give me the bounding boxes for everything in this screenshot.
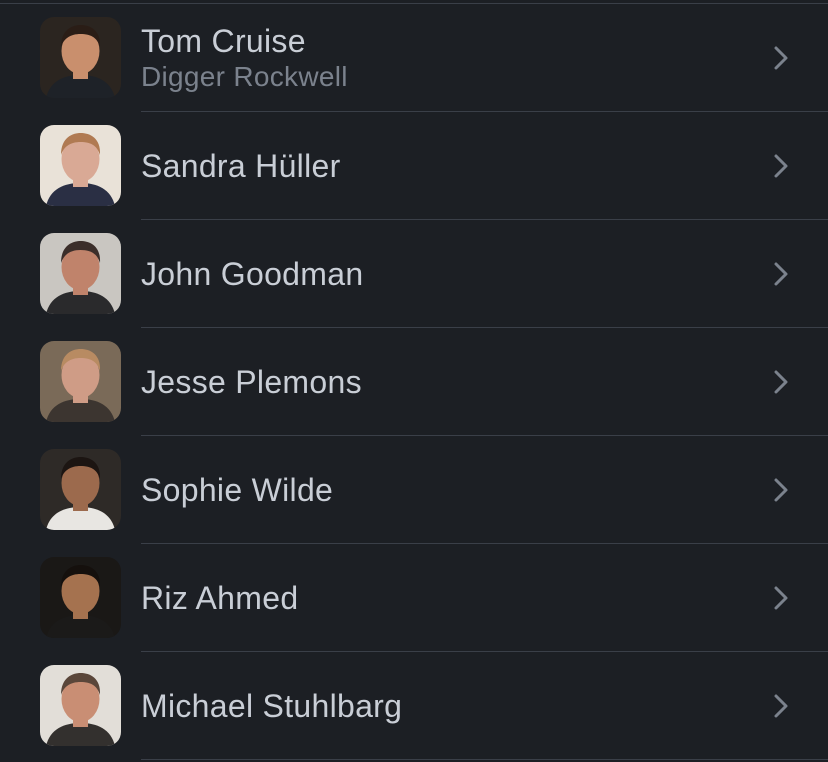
actor-photo	[40, 557, 121, 638]
actor-name: John Goodman	[141, 256, 364, 292]
cast-row-text: Jesse Plemons	[141, 328, 748, 436]
cast-row[interactable]: Tom Cruise Digger Rockwell	[0, 4, 828, 112]
cast-row-text: Sandra Hüller	[141, 112, 748, 220]
cast-row-text: Sophie Wilde	[141, 436, 748, 544]
actor-photo	[40, 449, 121, 530]
chevron-right-icon	[770, 261, 792, 287]
cast-row[interactable]: Sophie Wilde	[0, 436, 828, 544]
chevron-right-icon	[770, 585, 792, 611]
actor-name: Sandra Hüller	[141, 148, 341, 184]
cast-row-text: Tom Cruise Digger Rockwell	[141, 4, 748, 112]
chevron-right-icon	[770, 477, 792, 503]
chevron-right-icon	[770, 153, 792, 179]
actor-photo	[40, 665, 121, 746]
actor-name: Tom Cruise	[141, 23, 306, 59]
actor-name: Michael Stuhlbarg	[141, 688, 403, 724]
actor-photo	[40, 341, 121, 422]
cast-list: Tom Cruise Digger Rockwell Sandra Hüller…	[0, 4, 828, 760]
cast-row[interactable]: Sandra Hüller	[0, 112, 828, 220]
cast-row[interactable]: Michael Stuhlbarg	[0, 652, 828, 760]
row-divider	[141, 759, 828, 760]
actor-name: Riz Ahmed	[141, 580, 299, 616]
chevron-right-icon	[770, 693, 792, 719]
chevron-right-icon	[770, 45, 792, 71]
character-name: Digger Rockwell	[141, 61, 348, 92]
actor-name: Jesse Plemons	[141, 364, 362, 400]
cast-row-text: Riz Ahmed	[141, 544, 748, 652]
cast-row[interactable]: John Goodman	[0, 220, 828, 328]
cast-row[interactable]: Jesse Plemons	[0, 328, 828, 436]
actor-name: Sophie Wilde	[141, 472, 334, 508]
cast-row[interactable]: Riz Ahmed	[0, 544, 828, 652]
chevron-right-icon	[770, 369, 792, 395]
cast-row-text: Michael Stuhlbarg	[141, 652, 748, 760]
actor-photo	[40, 125, 121, 206]
actor-photo	[40, 233, 121, 314]
actor-photo	[40, 17, 121, 98]
cast-row-text: John Goodman	[141, 220, 748, 328]
